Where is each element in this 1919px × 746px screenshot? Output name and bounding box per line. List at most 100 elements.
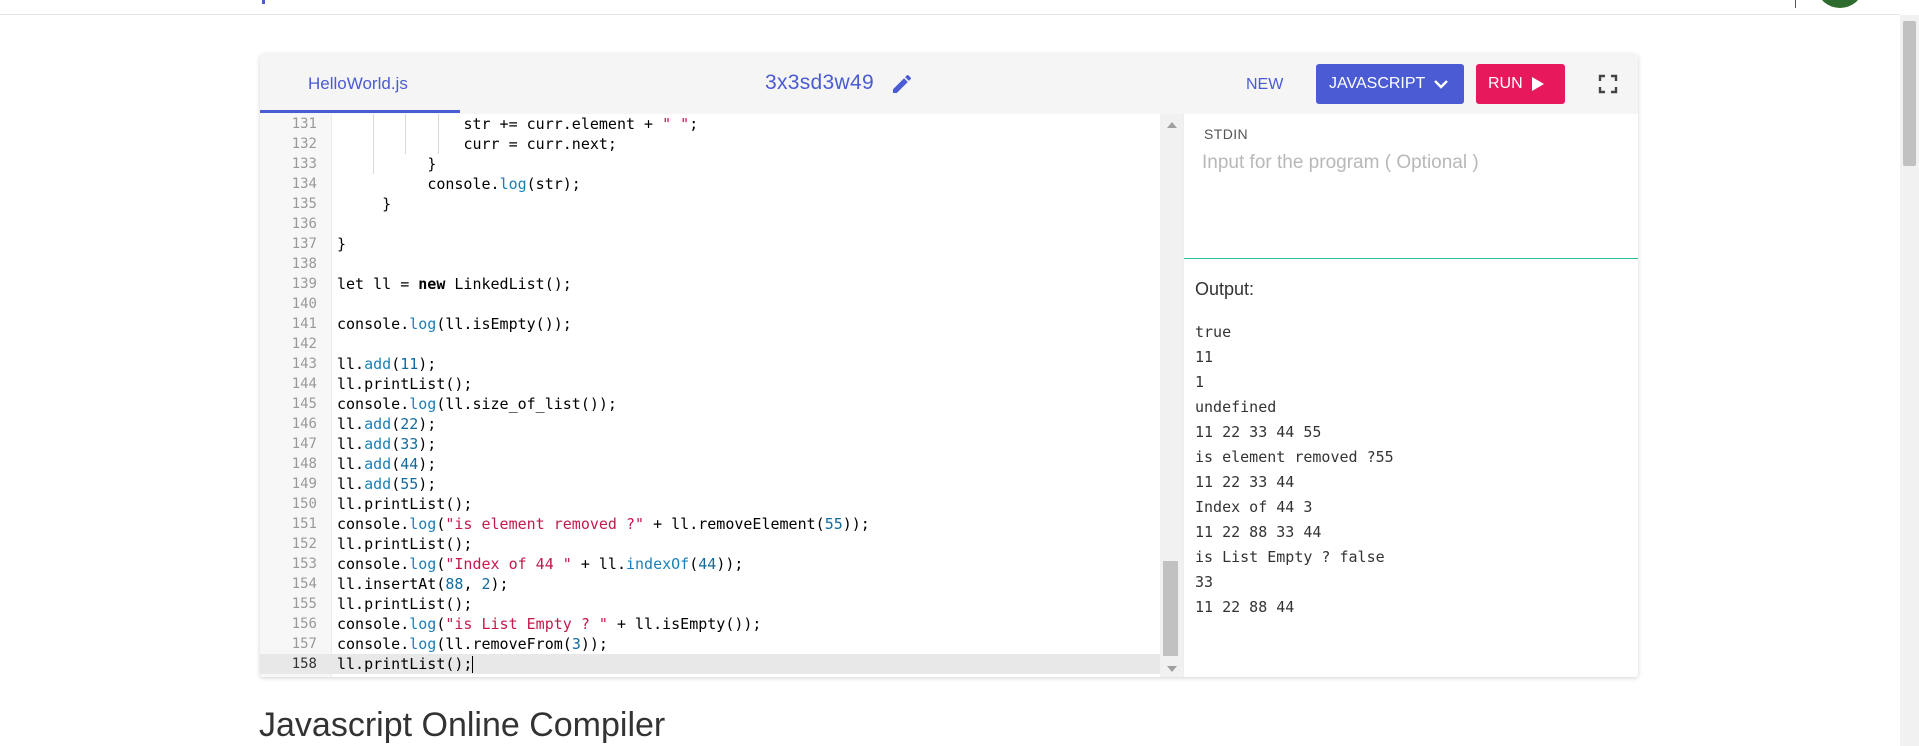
nav-divider <box>1795 0 1796 8</box>
line-number: 153 <box>291 556 317 572</box>
code-line[interactable]: 158 ll.printList(); <box>260 654 1161 674</box>
code-line[interactable]: 148 ll.add(44); <box>260 454 1161 474</box>
code-token: ( <box>391 475 401 493</box>
page-scrollbar-thumb[interactable] <box>1903 21 1916 166</box>
code-token: 11 <box>400 355 419 373</box>
code-line[interactable]: 151 console.log("is element removed ?" + … <box>260 514 1161 534</box>
code-line[interactable]: 143 ll.add(11); <box>260 354 1161 374</box>
code-line[interactable]: 131 str += curr.element + " "; <box>260 114 1161 134</box>
code-token: 3 <box>571 635 581 653</box>
code-text: } <box>337 194 391 214</box>
code-line[interactable]: 139 let ll = new LinkedList(); <box>260 274 1161 294</box>
code-line[interactable]: 133 } <box>260 154 1161 174</box>
output-line: true <box>1195 323 1232 341</box>
run-button[interactable]: RUN <box>1476 64 1565 104</box>
code-token: console. <box>337 395 410 413</box>
panel-divider <box>1183 114 1184 677</box>
code-token: 33 <box>400 435 419 453</box>
code-token: ll. <box>337 435 365 453</box>
file-tab-helloworld[interactable]: HelloWorld.js <box>308 74 408 94</box>
scroll-down-arrow-icon[interactable] <box>1167 666 1177 672</box>
line-number: 154 <box>291 576 317 592</box>
new-button[interactable]: NEW <box>1246 76 1283 94</box>
code-token: "is element removed ?" <box>445 515 645 533</box>
code-text: console.log(ll.isEmpty()); <box>337 314 572 334</box>
code-line[interactable]: 153 console.log ("Index of 44 " + ll.index… <box>260 554 1161 574</box>
code-token: 88 <box>445 575 464 593</box>
output-line: Index of 44 3 <box>1195 498 1313 516</box>
code-line[interactable]: 142 <box>260 334 1161 354</box>
code-token: ); <box>490 575 509 593</box>
output-line: 11 <box>1195 348 1214 366</box>
code-token: } <box>337 235 347 253</box>
code-text: console.log("is List Empty ? " + ll.isEm… <box>337 614 761 634</box>
code-token: ll.printList(); <box>337 595 473 613</box>
code-text: } <box>337 154 436 174</box>
language-label: JAVASCRIPT <box>1329 75 1426 92</box>
code-line[interactable]: 137} <box>260 234 1161 254</box>
stdin-input[interactable] <box>1202 152 1622 252</box>
code-token: ( <box>391 355 401 373</box>
code-line[interactable]: 156 console.log("is List Empty ? " + ll.i… <box>260 614 1161 634</box>
line-number: 136 <box>291 216 317 232</box>
code-line[interactable]: 152 ll.printList(); <box>260 534 1161 554</box>
code-text: ll.printList(); <box>337 494 472 514</box>
code-token: ll. <box>337 455 365 473</box>
code-token: ; <box>689 115 699 133</box>
fullscreen-icon[interactable] <box>1598 74 1618 94</box>
line-number: 145 <box>291 396 317 412</box>
play-icon <box>1531 77 1544 91</box>
code-line[interactable]: 138 <box>260 254 1161 274</box>
code-line[interactable]: 136 <box>260 214 1161 234</box>
code-lines[interactable]: 131 str += curr.element + " "; 132 curr =… <box>260 114 1161 674</box>
code-line[interactable]: 144 ll.printList(); <box>260 374 1161 394</box>
code-token: ll.printList(); <box>337 655 473 673</box>
code-token: console. <box>337 515 410 533</box>
code-token: )); <box>842 515 870 533</box>
language-select-button[interactable]: JAVASCRIPT <box>1316 64 1464 104</box>
code-token: ll. <box>337 475 365 493</box>
pencil-icon[interactable] <box>890 72 914 96</box>
code-token: )); <box>580 635 608 653</box>
code-token: console. <box>337 315 410 333</box>
code-token: (ll.removeFrom( <box>436 635 572 653</box>
line-number: 132 <box>291 136 317 152</box>
code-token: ( <box>391 435 401 453</box>
text-cursor <box>472 656 474 673</box>
code-token: str += curr.element + <box>463 115 663 133</box>
code-token: ( <box>391 455 401 473</box>
code-line[interactable]: 149 ll.add(55); <box>260 474 1161 494</box>
code-line[interactable]: 135 } <box>260 194 1161 214</box>
code-token: 2 <box>481 575 491 593</box>
code-line[interactable]: 147 ll.add(33); <box>260 434 1161 454</box>
code-line[interactable]: 157 console.log(ll.removeFrom(3)); <box>260 634 1161 654</box>
code-line[interactable]: 145 console.log(ll.size_of_list()); <box>260 394 1161 414</box>
code-token: (ll.size_of_list()); <box>436 395 617 413</box>
scroll-up-arrow-icon[interactable] <box>1167 122 1177 128</box>
code-token: console. <box>337 635 410 653</box>
code-line[interactable]: 155 ll.printList(); <box>260 594 1161 614</box>
line-number: 137 <box>291 236 317 252</box>
line-number: 158 <box>291 656 317 672</box>
code-line[interactable]: 154 ll.insertAt(88, 2); <box>260 574 1161 594</box>
editor-scrollbar-thumb[interactable] <box>1163 561 1178 656</box>
code-line[interactable]: 146 ll.add(22); <box>260 414 1161 434</box>
code-line[interactable]: 141 console.log(ll.isEmpty()); <box>260 314 1161 334</box>
line-number: 144 <box>291 376 317 392</box>
code-line[interactable]: 150 ll.printList(); <box>260 494 1161 514</box>
line-number: 142 <box>291 336 317 352</box>
code-editor[interactable]: 131 str += curr.element + " "; 132 curr =… <box>260 114 1183 677</box>
code-token: LinkedList(); <box>445 275 572 293</box>
code-line[interactable]: 132 curr = curr.next; <box>260 134 1161 154</box>
code-text: ll.add(22); <box>337 414 436 434</box>
code-token: ); <box>418 455 437 473</box>
top-nav-strip <box>0 0 1900 15</box>
line-number: 134 <box>291 176 317 192</box>
code-token: ); <box>418 475 437 493</box>
code-line[interactable]: 140 <box>260 294 1161 314</box>
line-number: 133 <box>291 156 317 172</box>
output-line: 11 22 33 44 55 <box>1195 423 1322 441</box>
code-line[interactable]: 134 console.log(str); <box>260 174 1161 194</box>
code-token: ll.insertAt( <box>337 575 446 593</box>
nav-logo-fragment <box>262 0 265 4</box>
